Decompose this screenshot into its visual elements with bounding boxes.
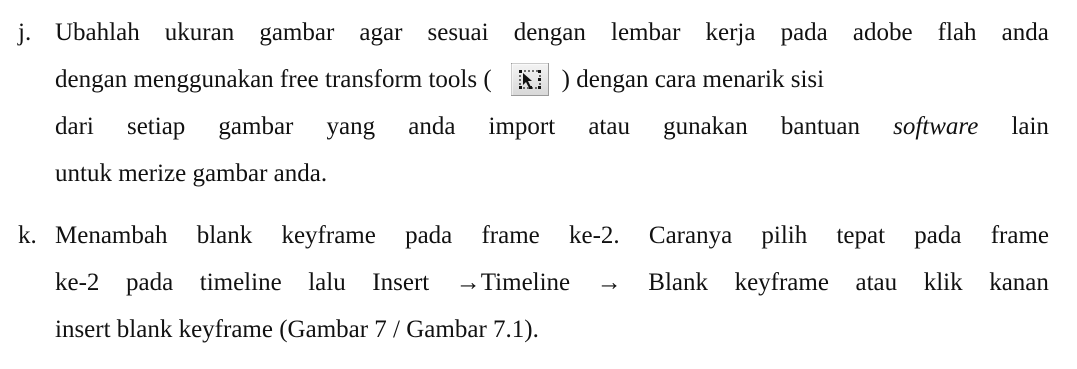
item-j-line-2: dengan menggunakan free transform tools … [55,56,1049,103]
list-item-j: j. Ubahlah ukuran gambar agar sesuai den… [0,9,1077,197]
item-k-line-2: ke-2 pada timeline lalu Insert →Timeline… [55,269,1049,296]
free-transform-tool-icon [510,62,550,96]
item-j-line-4: untuk merize gambar anda. [55,160,328,187]
list-item-k: k. Menambah blank keyframe pada frame ke… [0,212,1077,353]
item-j-line-1: Ubahlah ukuran gambar agar sesuai dengan… [55,19,1049,46]
document-body: j. Ubahlah ukuran gambar agar sesuai den… [0,0,1077,353]
item-k-line-3: insert blank keyframe (Gambar 7 / Gambar… [55,316,539,343]
item-k-line-1: Menambah blank keyframe pada frame ke-2.… [55,222,1049,249]
list-marker-j: j. [18,19,32,46]
item-j-line-3: dari setiap gambar yang anda import atau… [55,103,1049,150]
software-emphasis: software [893,113,979,140]
list-marker-k: k. [18,222,37,249]
